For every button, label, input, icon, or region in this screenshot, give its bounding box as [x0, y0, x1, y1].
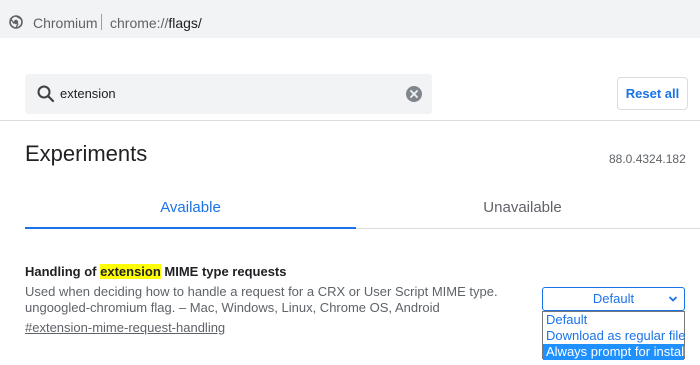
address-bar[interactable]: Chromium chrome://flags/	[0, 4, 700, 34]
chevron-down-icon	[668, 296, 678, 302]
omnibox-bar: Chromium chrome://flags/	[0, 0, 700, 38]
search-field[interactable]: extension	[25, 74, 432, 114]
option-always-prompt-install[interactable]: Always prompt for install	[543, 344, 687, 360]
search-match-highlight: extension	[100, 264, 161, 279]
experiment-title: Handling of extension MIME type requests	[25, 264, 287, 280]
search-header: extension Reset all	[0, 38, 700, 121]
clear-search-icon[interactable]	[406, 86, 422, 102]
site-name: Chromium	[33, 15, 98, 31]
tab-unavailable[interactable]: Unavailable	[357, 188, 688, 228]
select-dropdown-list: Default Download as regular file Always …	[542, 311, 687, 360]
option-default[interactable]: Default	[543, 312, 684, 328]
page-title: Experiments	[25, 141, 148, 166]
search-input[interactable]: extension	[60, 86, 116, 102]
experiment-select[interactable]: Default	[542, 287, 685, 311]
tab-divider	[356, 228, 700, 229]
select-value: Default	[592, 291, 635, 306]
url-text[interactable]: chrome://flags/	[110, 15, 202, 31]
tab-available[interactable]: Available	[25, 188, 356, 228]
experiment-permalink[interactable]: #extension-mime-request-handling	[25, 320, 225, 336]
search-icon	[37, 85, 55, 103]
url-scheme: chrome://	[110, 15, 169, 31]
experiment-platforms: ungoogled-chromium flag. – Mac, Windows,…	[25, 300, 440, 315]
address-divider	[101, 14, 102, 30]
option-download-regular-file[interactable]: Download as regular file	[543, 328, 685, 344]
url-path: flags/	[168, 15, 202, 31]
experiment-title-suffix: MIME type requests	[160, 264, 287, 279]
version-label: 88.0.4324.182	[609, 152, 686, 166]
reset-all-button[interactable]: Reset all	[617, 77, 688, 110]
chromium-info-icon[interactable]	[9, 15, 23, 29]
active-tab-indicator	[25, 227, 356, 229]
experiment-title-prefix: Handling of	[25, 264, 101, 279]
experiment-description: Used when deciding how to handle a reque…	[25, 284, 498, 299]
